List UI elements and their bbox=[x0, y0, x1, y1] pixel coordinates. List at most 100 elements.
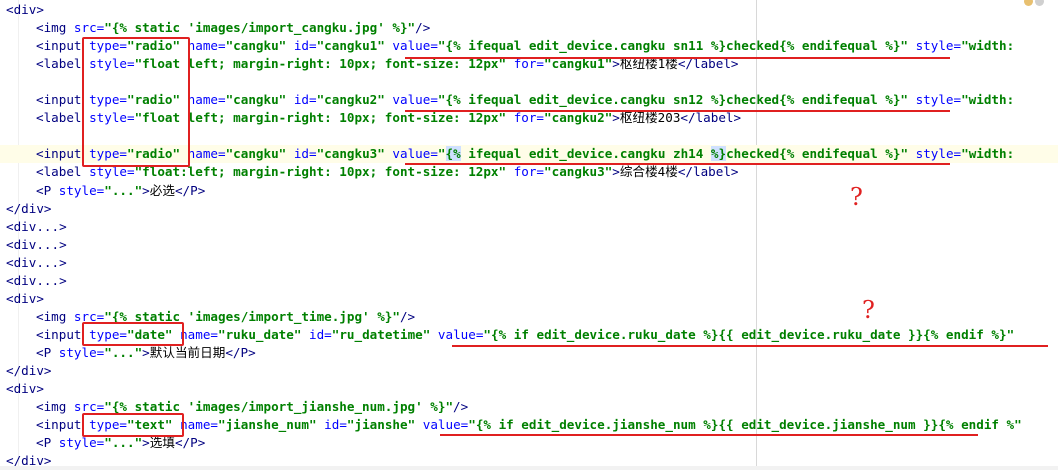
code-line[interactable]: <div...> bbox=[0, 254, 1058, 272]
annotation-underline-1 bbox=[405, 57, 950, 59]
code-token: > bbox=[142, 435, 150, 451]
code-line[interactable]: <div...> bbox=[0, 236, 1058, 254]
code-token: "ru_datetime" bbox=[331, 326, 438, 342]
code-token: style= bbox=[58, 344, 105, 360]
code-token: "cangku3" bbox=[544, 164, 613, 180]
status-dot-icon bbox=[1035, 0, 1044, 6]
code-token: name= bbox=[187, 38, 226, 54]
code-token: 默认当前日期 bbox=[149, 344, 226, 360]
code-token: for= bbox=[513, 110, 545, 126]
code-editor[interactable]: <div> <img src="{% static 'images/import_… bbox=[0, 0, 1058, 470]
code-token: </P> bbox=[225, 344, 256, 360]
code-token: <P bbox=[36, 344, 59, 360]
code-token: "cangku2" bbox=[316, 92, 393, 108]
code-token: </label> bbox=[680, 110, 742, 126]
code-token: "cangku" bbox=[225, 146, 294, 162]
horizontal-scrollbar[interactable] bbox=[0, 466, 1058, 470]
code-token: "ruku_date" bbox=[218, 326, 309, 342]
code-token: "float:left; margin-right: 10px; font-si… bbox=[134, 164, 514, 180]
code-token: 枢纽楼203 bbox=[619, 110, 681, 126]
code-token: </div> bbox=[6, 363, 52, 378]
code-token: > bbox=[612, 110, 620, 126]
code-token: > bbox=[142, 344, 150, 360]
code-token: <div> bbox=[6, 290, 44, 306]
code-token: id= bbox=[293, 92, 317, 108]
code-token: <img bbox=[36, 399, 74, 415]
code-token: %} bbox=[710, 146, 727, 162]
editor-status-icons[interactable] bbox=[1024, 0, 1054, 6]
code-token: id= bbox=[309, 326, 332, 342]
code-line[interactable]: <img src="{% static 'images/import_cangk… bbox=[0, 19, 1058, 37]
annotation-box-date-type bbox=[82, 322, 184, 346]
code-token: "{% static 'images/import_jianshe_num.jp… bbox=[104, 399, 454, 415]
code-token: name= bbox=[187, 146, 226, 162]
code-line[interactable]: <P style="...">必选</P> bbox=[0, 182, 1058, 200]
code-line[interactable]: </div> bbox=[0, 200, 1058, 218]
code-token: "..." bbox=[104, 182, 143, 198]
code-token: checked{% endifequal %}" bbox=[726, 146, 916, 162]
code-token: style= bbox=[58, 435, 105, 451]
code-token: </label> bbox=[677, 164, 739, 180]
code-line[interactable]: <div> bbox=[0, 1, 1058, 19]
code-token: <img bbox=[36, 20, 74, 36]
code-token: name= bbox=[180, 417, 218, 433]
code-token: "float left; margin-right: 10px; font-si… bbox=[134, 110, 514, 126]
code-token: <div...> bbox=[6, 254, 67, 270]
code-token: <div...> bbox=[6, 272, 67, 288]
code-token: "jianshe_num" bbox=[218, 417, 325, 433]
code-token: value= bbox=[437, 326, 484, 342]
code-token: "cangku1" bbox=[316, 38, 393, 54]
code-token: "cangku" bbox=[225, 92, 294, 108]
code-token: <P bbox=[36, 182, 59, 198]
annotation-underline-4 bbox=[452, 345, 1048, 347]
code-line[interactable]: <div...> bbox=[0, 272, 1058, 290]
code-line[interactable]: <div...> bbox=[0, 218, 1058, 236]
code-token: src= bbox=[73, 20, 105, 36]
code-token: </div> bbox=[6, 200, 52, 216]
code-token: name= bbox=[180, 326, 218, 342]
code-token: "{% ifequal edit_device.cangku sn12 %}ch… bbox=[437, 92, 916, 108]
code-token: {% bbox=[445, 146, 461, 162]
code-line[interactable]: <div> bbox=[0, 380, 1058, 398]
code-token: "cangku" bbox=[225, 38, 294, 54]
code-line[interactable]: </div> bbox=[0, 362, 1058, 380]
code-token: 综合楼4楼 bbox=[619, 164, 678, 180]
code-token: > bbox=[142, 182, 150, 198]
code-token: for= bbox=[513, 164, 545, 180]
annotation-box-text-type bbox=[82, 413, 184, 437]
code-token: style= bbox=[915, 38, 962, 54]
code-token: <P bbox=[36, 435, 59, 451]
code-token: style= bbox=[915, 146, 962, 162]
code-line[interactable]: <div> bbox=[0, 290, 1058, 308]
code-token: <img bbox=[36, 308, 74, 324]
code-token: </P> bbox=[174, 435, 206, 451]
code-token: " bbox=[437, 146, 446, 162]
code-token: 必选 bbox=[149, 182, 175, 198]
code-token: > bbox=[612, 164, 620, 180]
code-token: "{% if edit_device.ruku_date %}{{ edit_d… bbox=[483, 326, 1015, 342]
code-token: value= bbox=[392, 38, 438, 54]
status-dot-icon bbox=[1024, 0, 1033, 6]
code-token: /> bbox=[415, 20, 431, 36]
code-token: value= bbox=[392, 92, 438, 108]
annotation-underline-3 bbox=[405, 163, 950, 165]
code-token: /> bbox=[399, 308, 416, 324]
code-token: "..." bbox=[104, 435, 143, 451]
code-token: "cangku3" bbox=[316, 146, 393, 162]
code-token: id= bbox=[324, 417, 347, 433]
code-token: "jianshe" bbox=[346, 417, 423, 433]
code-token: <div> bbox=[6, 2, 44, 17]
code-token: "width: bbox=[961, 146, 1015, 162]
code-token: <div...> bbox=[6, 236, 67, 252]
annotation-question-mark: ? bbox=[862, 296, 875, 324]
code-token: </P> bbox=[174, 182, 206, 198]
code-token: id= bbox=[293, 146, 317, 162]
code-token: /> bbox=[453, 399, 469, 415]
code-token: ifequal edit_device.cangku zh14 bbox=[460, 146, 711, 162]
code-token: 选填 bbox=[149, 435, 175, 451]
code-token: style= bbox=[58, 182, 105, 198]
code-token: <div...> bbox=[6, 218, 67, 234]
code-token: "{% static 'images/import_cangku.jpg' %}… bbox=[104, 20, 416, 36]
code-token: "{% ifequal edit_device.cangku sn11 %}ch… bbox=[437, 38, 916, 54]
code-token: id= bbox=[293, 38, 317, 54]
